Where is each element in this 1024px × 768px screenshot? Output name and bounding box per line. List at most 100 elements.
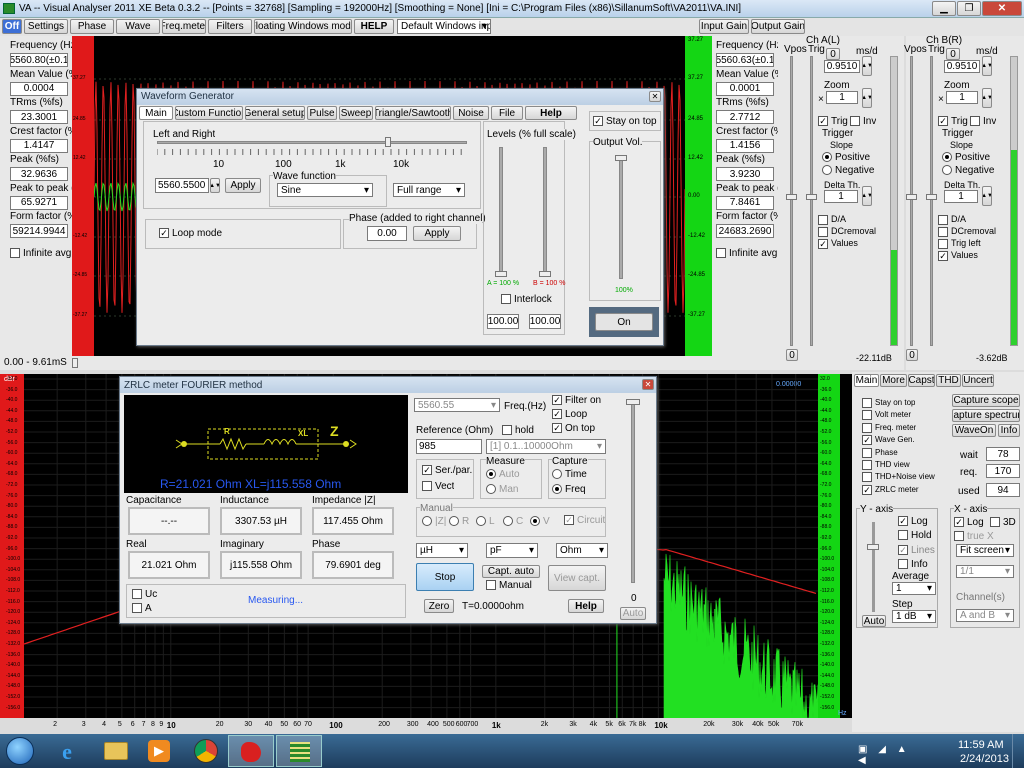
input-gain-button[interactable]: Input Gain bbox=[699, 19, 749, 34]
channel-option-checkbox[interactable]: DCremoval bbox=[938, 226, 996, 237]
level-b-slider[interactable] bbox=[543, 147, 547, 277]
vpos-thumb[interactable] bbox=[786, 194, 797, 200]
folder-icon[interactable] bbox=[104, 742, 128, 760]
trig-checkbox[interactable]: ✓ Trig bbox=[938, 116, 968, 127]
va-app-icon[interactable] bbox=[228, 735, 274, 767]
waveform-tab[interactable]: Sweep bbox=[339, 106, 373, 120]
waveform-tab[interactable]: Triangle/Sawtooth bbox=[375, 106, 451, 120]
waveform-close-button[interactable]: ✕ bbox=[649, 91, 661, 102]
unit-f-select[interactable]: pF bbox=[486, 543, 538, 558]
unit-h-select[interactable]: µH bbox=[416, 543, 468, 558]
level-a-slider[interactable] bbox=[499, 147, 503, 277]
trig-thumb[interactable] bbox=[806, 194, 817, 200]
grid-app-icon[interactable] bbox=[276, 735, 322, 767]
manual-radio[interactable]: V bbox=[530, 516, 550, 527]
positive-radio[interactable]: Positive bbox=[942, 152, 990, 163]
vect-checkbox[interactable]: Vect bbox=[422, 481, 454, 492]
side-checkbox[interactable]: THD+Noise view bbox=[862, 472, 935, 483]
freq-slider-thumb[interactable] bbox=[385, 137, 391, 147]
clock-date[interactable]: 2/24/2013 bbox=[960, 753, 1009, 765]
positive-radio[interactable]: Positive bbox=[822, 152, 870, 163]
level-b-input[interactable]: 100.00 bbox=[529, 314, 561, 329]
y-lines-checkbox[interactable]: ✓ Lines bbox=[898, 545, 935, 556]
level-a-thumb[interactable] bbox=[495, 271, 507, 277]
side-tab[interactable]: THD bbox=[936, 374, 961, 387]
channel-option-checkbox[interactable]: ✓ Values bbox=[818, 238, 858, 249]
off-button[interactable]: Off bbox=[2, 19, 22, 34]
waveon-button[interactable]: WaveOn bbox=[952, 424, 996, 437]
channel-option-checkbox[interactable]: DCremoval bbox=[818, 226, 876, 237]
delta-value[interactable]: 1 bbox=[824, 190, 858, 203]
reference-input[interactable]: 985 bbox=[416, 439, 482, 454]
minimize-button[interactable]: ▁ bbox=[932, 1, 956, 16]
loop-checkbox[interactable]: ✓ Loop bbox=[552, 409, 587, 420]
start-orb-icon[interactable] bbox=[6, 737, 34, 765]
capture-spectrum-button[interactable]: Capture spectrum bbox=[952, 409, 1020, 422]
side-checkbox[interactable]: Volt meter bbox=[862, 410, 911, 421]
zero-button[interactable]: Zero bbox=[424, 599, 454, 613]
vpos-thumb[interactable] bbox=[906, 194, 917, 200]
delta-spin[interactable]: ▲▼ bbox=[862, 186, 872, 206]
trig-thumb[interactable] bbox=[926, 194, 937, 200]
inv-checkbox[interactable]: Inv bbox=[850, 116, 876, 127]
side-tab[interactable]: Uncert bbox=[962, 374, 994, 387]
y-info-checkbox[interactable]: Info bbox=[898, 559, 928, 570]
uc-checkbox[interactable]: Uc bbox=[132, 589, 157, 600]
loop-mode-checkbox[interactable]: ✓ Loop mode bbox=[159, 228, 222, 239]
hold-checkbox[interactable]: hold bbox=[502, 425, 534, 436]
unit-o-select[interactable]: Ohm bbox=[556, 543, 608, 558]
trig-slider[interactable] bbox=[810, 56, 813, 346]
ie-icon[interactable]: e bbox=[54, 739, 80, 764]
zero-button[interactable]: 0 bbox=[826, 48, 840, 60]
manual-radio[interactable]: |Z| bbox=[422, 516, 446, 527]
trig-checkbox[interactable]: ✓ Trig bbox=[818, 116, 848, 127]
man-radio[interactable]: Man bbox=[486, 484, 518, 495]
side-checkbox[interactable]: Phase bbox=[862, 447, 898, 458]
zrlc-help-button[interactable]: Help bbox=[568, 599, 604, 613]
frequency-input[interactable]: 5560.5500 bbox=[155, 178, 209, 193]
manual-radio[interactable]: R bbox=[449, 516, 469, 527]
zero-button[interactable]: 0 bbox=[946, 48, 960, 60]
level-b-thumb[interactable] bbox=[539, 271, 551, 277]
floating-windows-button[interactable]: Floating Windows mode bbox=[254, 19, 352, 34]
chrome-icon[interactable] bbox=[194, 739, 218, 763]
stay-on-top-checkbox[interactable]: ✓ Stay on top bbox=[593, 116, 657, 127]
side-checkbox[interactable]: ✓ ZRLC meter bbox=[862, 484, 919, 495]
manual-radio[interactable]: L bbox=[476, 516, 495, 527]
channel-option-checkbox[interactable]: D/A bbox=[938, 214, 966, 225]
y-axis-slider[interactable] bbox=[872, 522, 875, 612]
ser-par-checkbox[interactable]: ✓ Ser./par. bbox=[422, 465, 472, 476]
delta-value[interactable]: 1 bbox=[944, 190, 978, 203]
y-log-checkbox[interactable]: ✓ Log bbox=[898, 516, 928, 527]
side-checkbox[interactable]: Freq. meter bbox=[862, 422, 916, 433]
capt-auto-button[interactable]: Capt. auto bbox=[482, 565, 540, 578]
auto-radio[interactable]: Auto bbox=[486, 469, 520, 480]
wave-button[interactable]: Wave bbox=[116, 19, 160, 34]
right-infinite-avg[interactable]: Infinite avg bbox=[716, 248, 777, 259]
channels-select[interactable]: A and B bbox=[956, 609, 1014, 622]
zoom-value[interactable]: 1 bbox=[826, 91, 858, 104]
stop-button[interactable]: Stop bbox=[416, 563, 474, 591]
phase-button[interactable]: Phase bbox=[70, 19, 114, 34]
frequency-spin[interactable]: ▲▼ bbox=[210, 178, 220, 193]
manual-checkbox[interactable]: Manual bbox=[486, 580, 532, 591]
manual-radio[interactable]: C bbox=[503, 516, 523, 527]
side-tab[interactable]: Main bbox=[854, 374, 879, 387]
bottom-zero-button[interactable]: 0 bbox=[906, 349, 918, 361]
side-tab[interactable]: More bbox=[880, 374, 907, 387]
tray-icons[interactable]: ▣ ◢ ▲ ◀ bbox=[858, 744, 928, 766]
fit-select[interactable]: Fit screen bbox=[956, 544, 1014, 557]
channel-option-checkbox[interactable]: Trig left bbox=[938, 238, 981, 249]
circuit-checkbox[interactable]: ✓ Circuit bbox=[564, 515, 605, 526]
help-button[interactable]: HELP bbox=[354, 19, 394, 34]
channel-option-checkbox[interactable]: ✓ Values bbox=[938, 250, 978, 261]
output-gain-button[interactable]: Output Gain bbox=[751, 19, 805, 34]
side-checkbox[interactable]: ✓ Wave Gen. bbox=[862, 435, 915, 446]
reference-range-select[interactable]: [1] 0.1..10000Ohm bbox=[486, 439, 606, 454]
ms-value[interactable]: 0.9510 bbox=[824, 60, 860, 73]
media-player-icon[interactable]: ▶ bbox=[148, 740, 170, 762]
settings-button[interactable]: Settings bbox=[24, 19, 68, 34]
zrlc-vertical-slider[interactable] bbox=[631, 399, 635, 583]
waveform-tab[interactable]: Help bbox=[525, 106, 577, 120]
ms-spin[interactable]: ▲▼ bbox=[982, 56, 992, 76]
